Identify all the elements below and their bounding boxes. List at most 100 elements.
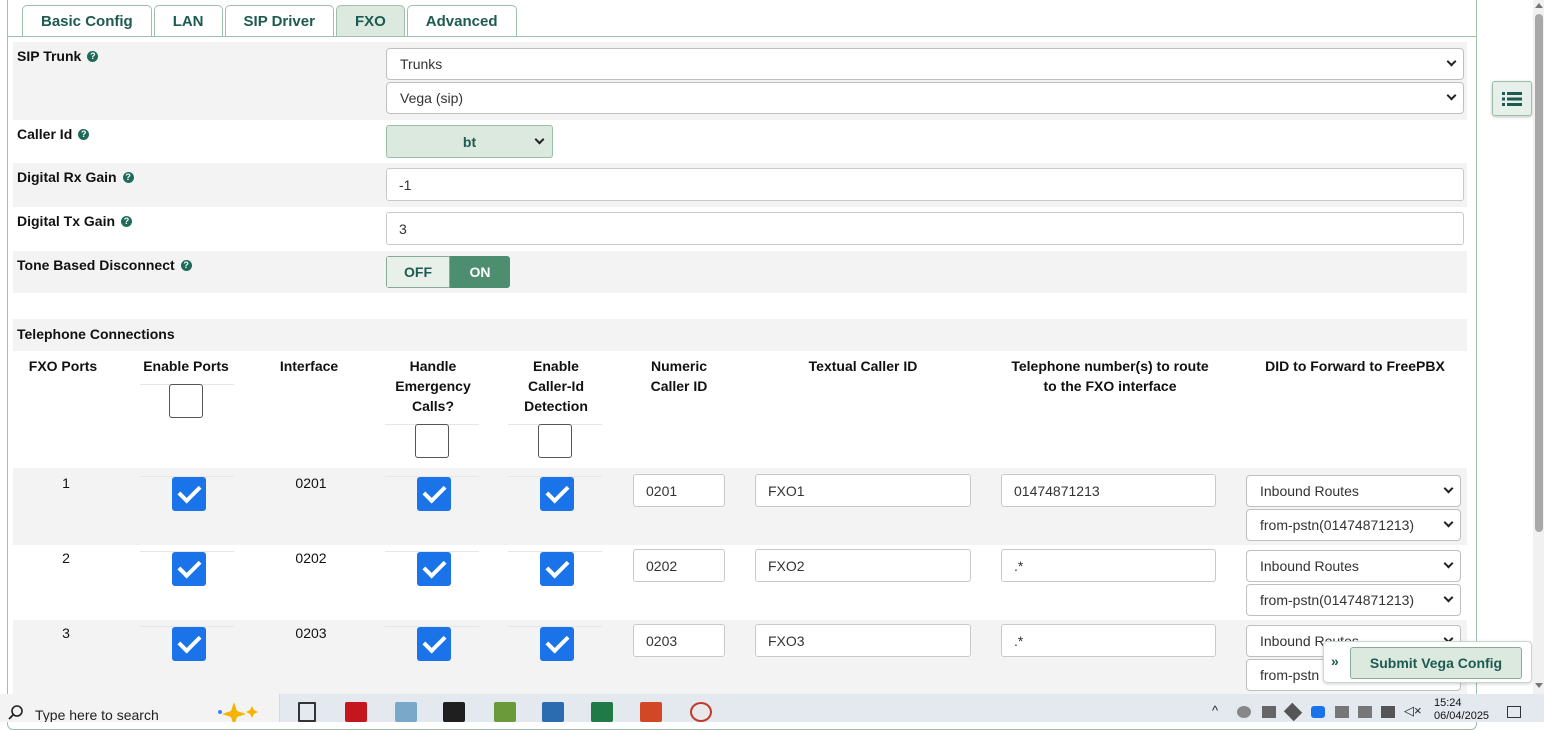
help-icon[interactable]: ?: [78, 128, 90, 140]
col-handle-emergency-line3: Calls?: [411, 398, 454, 414]
callerid-detection-checkbox[interactable]: [540, 477, 574, 511]
acrobat-icon[interactable]: [345, 702, 367, 722]
textual-caller-id-input[interactable]: FXO3: [755, 624, 971, 657]
search-icon: [8, 705, 23, 720]
toggle-off[interactable]: OFF: [386, 256, 450, 288]
notification-icon[interactable]: [1507, 706, 1521, 718]
app-icon[interactable]: [542, 702, 564, 722]
tray-icon[interactable]: [1283, 702, 1303, 722]
app-icon[interactable]: [690, 702, 712, 722]
terminal-icon[interactable]: [443, 702, 465, 722]
scrollbar-thumb[interactable]: [1535, 14, 1543, 532]
numeric-caller-id-input[interactable]: 0202: [633, 549, 725, 582]
row-port: 2: [62, 550, 70, 566]
route-number-value: 01474871213: [1014, 482, 1100, 499]
toggle-on[interactable]: ON: [450, 256, 510, 288]
sip-trunk-text: SIP Trunk: [17, 48, 82, 64]
row-interface: 0202: [295, 550, 327, 566]
list-menu-button[interactable]: [1492, 81, 1532, 116]
callerid-detection-select-all-checkbox[interactable]: [538, 424, 572, 458]
tx-gain-label: Digital Tx Gain ?: [17, 213, 133, 229]
sip-trunk-type-select[interactable]: Trunks: [386, 48, 1464, 80]
rx-gain-value: -1: [399, 176, 412, 193]
did-type-select[interactable]: Inbound Routes: [1246, 550, 1461, 582]
tab-bar: Basic Config LAN SIP Driver FXO Advanced: [22, 5, 519, 37]
tab-lan[interactable]: LAN: [153, 5, 223, 37]
caller-id-text: Caller Id: [17, 126, 73, 142]
enable-port-checkbox[interactable]: [172, 627, 206, 661]
sip-trunk-select[interactable]: Vega (sip): [386, 82, 1464, 114]
route-number-input[interactable]: 01474871213: [1001, 474, 1216, 507]
tab-fxo[interactable]: FXO: [335, 5, 405, 37]
handle-emergency-checkbox[interactable]: [417, 552, 451, 586]
scroll-up-icon[interactable]: [1535, 3, 1543, 8]
submit-vega-config-button[interactable]: Submit Vega Config: [1350, 647, 1522, 679]
network-icon[interactable]: [1381, 706, 1395, 718]
row-port: 3: [62, 625, 70, 641]
route-number-input[interactable]: .*: [1001, 624, 1216, 657]
col-interface: Interface: [279, 358, 339, 374]
chevron-right-icon[interactable]: »: [1331, 653, 1339, 669]
tone-disconnect-text: Tone Based Disconnect: [17, 257, 175, 273]
tone-disconnect-toggle[interactable]: OFF ON: [386, 256, 510, 288]
col-callerid-detection: Enable Caller-Id Detection: [503, 356, 609, 416]
route-number-input[interactable]: .*: [1001, 549, 1216, 582]
shield-icon[interactable]: [1262, 706, 1276, 718]
enable-port-checkbox[interactable]: [172, 552, 206, 586]
scroll-down-icon[interactable]: [1535, 683, 1543, 688]
textual-caller-id-value: FXO2: [768, 557, 805, 574]
copilot-icon: [218, 702, 258, 722]
powerpoint-icon[interactable]: [640, 702, 662, 722]
enable-ports-select-all-checkbox[interactable]: [169, 384, 203, 418]
app-icon[interactable]: [395, 702, 417, 722]
chevron-down-icon: [1443, 483, 1454, 494]
callerid-detection-checkbox[interactable]: [540, 627, 574, 661]
did-route-value: from-pstn(01474871213): [1260, 592, 1415, 608]
help-icon[interactable]: ?: [121, 215, 133, 227]
tray-icon[interactable]: [1335, 706, 1349, 718]
bluetooth-icon[interactable]: [1311, 706, 1325, 718]
excel-icon[interactable]: [591, 702, 613, 722]
did-type-select[interactable]: Inbound Routes: [1246, 475, 1461, 507]
col-handle-emergency: Handle Emergency Calls?: [382, 356, 484, 416]
tx-gain-input[interactable]: 3: [386, 212, 1464, 245]
col-route-numbers: Telephone number(s) to route to the FXO …: [990, 356, 1230, 396]
task-view-icon[interactable]: [298, 702, 316, 722]
chevron-down-icon: [1443, 517, 1454, 528]
notepad-icon[interactable]: [494, 702, 516, 722]
textual-caller-id-input[interactable]: FXO2: [755, 549, 971, 582]
did-route-value: from-pstn: [1260, 667, 1320, 683]
col-fxo-ports: FXO Ports: [28, 358, 98, 374]
handle-emergency-select-all-checkbox[interactable]: [415, 424, 449, 458]
help-icon[interactable]: ?: [180, 259, 192, 271]
rx-gain-input[interactable]: -1: [386, 168, 1464, 201]
did-route-select[interactable]: from-pstn(01474871213): [1246, 584, 1461, 616]
tab-basic-config[interactable]: Basic Config: [22, 5, 152, 37]
numeric-caller-id-value: 0201: [646, 482, 678, 499]
numeric-caller-id-input[interactable]: 0201: [633, 474, 725, 507]
volume-mute-icon[interactable]: ◁×: [1404, 703, 1422, 719]
tray-icon[interactable]: [1237, 706, 1251, 718]
handle-emergency-checkbox[interactable]: [417, 627, 451, 661]
taskbar-search[interactable]: Type here to search: [0, 694, 280, 722]
numeric-caller-id-value: 0203: [646, 632, 678, 649]
clock[interactable]: 15:24 06/04/2025: [1434, 697, 1489, 722]
textual-caller-id-input[interactable]: FXO1: [755, 474, 971, 507]
chevron-up-icon[interactable]: ^: [1212, 703, 1218, 718]
caller-id-select[interactable]: bt: [386, 125, 553, 158]
tab-sip-driver[interactable]: SIP Driver: [224, 5, 334, 37]
help-icon[interactable]: ?: [87, 50, 99, 62]
caller-id-value: bt: [462, 133, 477, 150]
handle-emergency-checkbox[interactable]: [417, 477, 451, 511]
callerid-detection-checkbox[interactable]: [540, 552, 574, 586]
enable-port-checkbox[interactable]: [172, 477, 206, 511]
chevron-down-icon: [1446, 90, 1457, 101]
tab-advanced[interactable]: Advanced: [406, 5, 517, 37]
help-icon[interactable]: ?: [122, 171, 134, 183]
chevron-down-icon: [1446, 56, 1457, 67]
tray-icon[interactable]: [1358, 706, 1372, 718]
taskbar: Type here to search ^ ◁× 15:24 06/04/202…: [0, 694, 1544, 722]
numeric-caller-id-input[interactable]: 0203: [633, 624, 725, 657]
did-route-select[interactable]: from-pstn(01474871213): [1246, 509, 1461, 541]
telephone-connections-title: Telephone Connections: [17, 326, 175, 342]
